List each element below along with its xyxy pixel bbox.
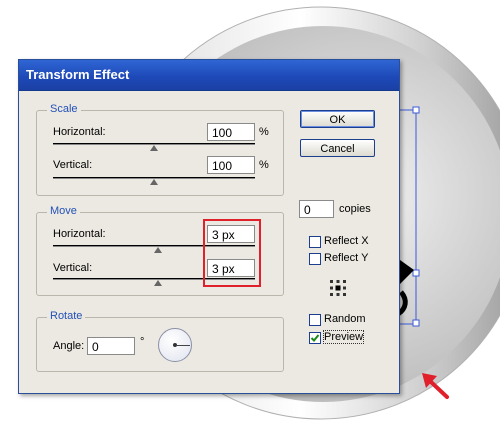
scale-vertical-input[interactable]: 100 <box>207 156 255 174</box>
reflect-y-checkbox[interactable] <box>309 253 321 265</box>
copies-label: copies <box>339 203 371 215</box>
scale-horizontal-label: Horizontal: <box>53 126 106 138</box>
random-label[interactable]: Random <box>324 313 366 325</box>
angle-unit: ° <box>140 336 145 348</box>
ok-button[interactable]: OK <box>300 110 375 128</box>
reference-point-icon[interactable] <box>328 278 348 298</box>
move-fields-highlight <box>203 219 261 287</box>
move-group-label: Move <box>47 205 80 217</box>
move-horizontal-slider-thumb[interactable] <box>154 247 162 253</box>
move-vertical-slider-thumb[interactable] <box>154 280 162 286</box>
scale-horizontal-input[interactable]: 100 <box>207 123 255 141</box>
move-vertical-label: Vertical: <box>53 262 93 274</box>
angle-label: Angle: <box>53 340 85 352</box>
move-horizontal-label: Horizontal: <box>53 228 106 240</box>
angle-dial[interactable] <box>158 328 192 362</box>
random-checkbox[interactable] <box>309 314 321 326</box>
copies-input[interactable]: 0 <box>299 200 334 218</box>
rotate-group: Rotate Angle: 0 ° <box>36 310 284 372</box>
scale-horizontal-slider-thumb[interactable] <box>150 145 158 151</box>
reflect-x-label[interactable]: Reflect X <box>324 235 369 247</box>
transform-effect-dialog: Transform Effect Scale Horizontal: 100 %… <box>18 59 400 394</box>
scale-vertical-slider-thumb[interactable] <box>150 179 158 185</box>
angle-input[interactable]: 0 <box>87 337 135 355</box>
preview-label[interactable]: Preview <box>322 330 365 344</box>
checkmark-icon <box>310 334 320 342</box>
reflect-y-label[interactable]: Reflect Y <box>324 252 368 264</box>
scale-vertical-unit: % <box>259 159 269 171</box>
reflect-x-checkbox[interactable] <box>309 236 321 248</box>
scale-vertical-label: Vertical: <box>53 159 93 171</box>
scale-group: Scale Horizontal: 100 % Vertical: 100 % <box>36 103 284 196</box>
angle-dial-indicator <box>176 345 190 346</box>
preview-checkbox[interactable] <box>309 332 321 344</box>
scale-horizontal-unit: % <box>259 126 269 138</box>
cancel-button[interactable]: Cancel <box>300 139 375 157</box>
dialog-title[interactable]: Transform Effect <box>19 60 399 91</box>
rotate-group-label: Rotate <box>47 310 86 322</box>
scale-group-label: Scale <box>47 103 81 115</box>
